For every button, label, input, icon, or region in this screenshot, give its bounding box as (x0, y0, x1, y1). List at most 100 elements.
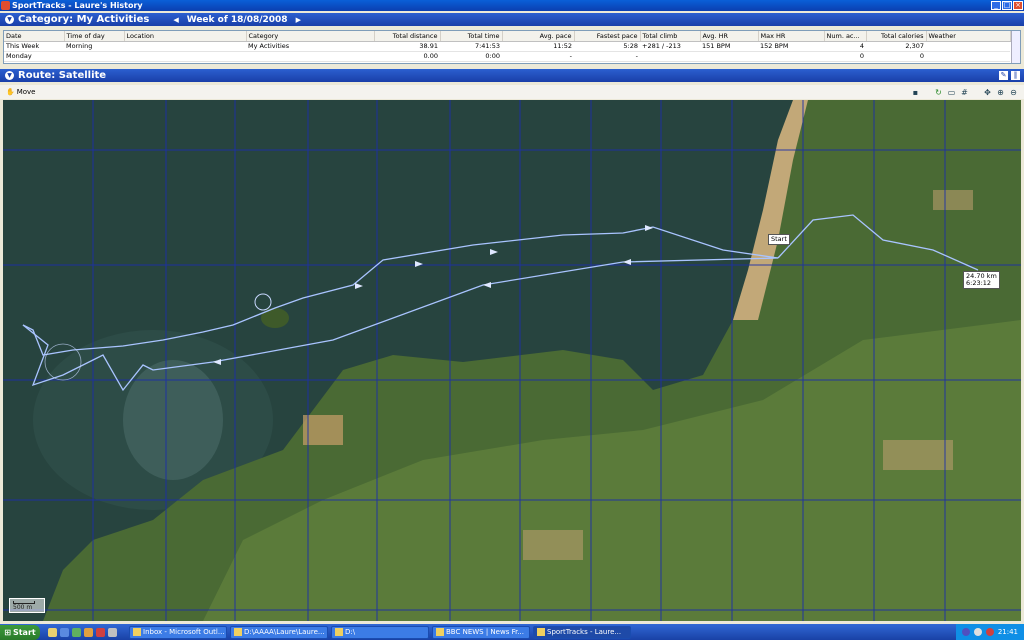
field-patch (883, 440, 953, 470)
column-header[interactable]: Avg. HR (700, 31, 759, 42)
cell-total-time: 0:00 (440, 51, 502, 62)
column-header[interactable]: Num. ac... (824, 31, 867, 42)
tray-icon[interactable] (961, 628, 970, 636)
cell-total-time: 7:41:53 (440, 41, 502, 52)
task-button[interactable]: D:\ (331, 625, 429, 639)
column-header[interactable]: Total distance (374, 31, 441, 42)
outlook-icon (133, 628, 141, 636)
distance-marker[interactable]: 24.70 km 6:23:12 (963, 271, 1000, 289)
maximize-button[interactable]: □ (1002, 1, 1012, 10)
collapse-route-icon[interactable]: ▼ (5, 71, 14, 80)
category-panel-header: ▼ Category: My Activities ◀ Week of 18/0… (0, 13, 1024, 26)
quick-launch-icon[interactable] (72, 627, 81, 637)
move-tool[interactable]: ✋ Move (6, 88, 36, 96)
cell-total-climb: +281 / -213 (640, 41, 700, 52)
minimize-button[interactable]: _ (991, 1, 1001, 10)
app-icon (1, 1, 10, 10)
cell-avg-pace: - (502, 51, 574, 62)
grid-icon[interactable]: # (960, 88, 969, 97)
windows-logo-icon: ⊞ (4, 627, 11, 637)
quick-launch-icon[interactable] (60, 627, 69, 637)
folder-icon (335, 628, 343, 636)
column-header[interactable]: Total climb (640, 31, 701, 42)
island (261, 308, 289, 328)
cell-fastest-pace: 5:28 (574, 41, 640, 52)
column-header[interactable]: Weather (926, 31, 1011, 42)
cell-weather (926, 41, 1010, 52)
cell-category (246, 51, 374, 62)
cell-total-distance: 38.91 (374, 41, 440, 52)
start-marker[interactable]: Start (768, 234, 790, 245)
column-header[interactable]: Total time (440, 31, 503, 42)
task-button[interactable]: BBC NEWS | News Fr... (432, 625, 530, 639)
field-patch (303, 415, 343, 445)
tray-icon[interactable] (985, 628, 994, 636)
cell-num-activities: 0 (824, 51, 866, 62)
comment-icon[interactable]: ▭ (947, 88, 956, 97)
cell-time-of-day: Morning (64, 41, 124, 52)
refresh-icon[interactable]: ↻ (934, 88, 943, 97)
column-header[interactable]: Total calories (866, 31, 927, 42)
zoom-out-icon[interactable]: ⊖ (1009, 88, 1018, 97)
hand-icon: ✋ (6, 88, 15, 96)
task-button[interactable]: D:\AAAA\Laure\Laure... (230, 625, 328, 639)
wrench-icon[interactable]: ✎ (999, 71, 1008, 80)
close-button[interactable]: × (1013, 1, 1023, 10)
column-header[interactable]: Fastest pace (574, 31, 641, 42)
quick-launch-icon[interactable] (84, 627, 93, 637)
table-row[interactable]: Monday 0.00 0:00 - - 0 0 (4, 51, 1010, 62)
window-title: SportTracks - Laure's History (12, 1, 143, 10)
field-patch (933, 190, 973, 210)
quick-launch-icon[interactable] (48, 627, 57, 637)
cell-time-of-day (64, 51, 124, 62)
sporttracks-icon (537, 628, 545, 636)
column-header[interactable]: Max HR (758, 31, 825, 42)
map-scale-bar: 500 m (9, 598, 45, 613)
cell-max-hr: 152 BPM (758, 41, 824, 52)
tray-icon[interactable] (973, 628, 982, 636)
move-label: Move (16, 88, 36, 96)
collapse-category-icon[interactable]: ▼ (5, 15, 14, 24)
scale-label: 500 m (13, 604, 33, 611)
column-header[interactable]: Category (246, 31, 375, 42)
cell-num-activities: 4 (824, 41, 866, 52)
grid-header-row: Date Time of day Location Category Total… (4, 31, 1011, 42)
cell-date: This Week (4, 41, 64, 52)
folder-icon (234, 628, 242, 636)
task-button[interactable]: Inbox - Microsoft Outl... (129, 625, 227, 639)
zoom-in-icon[interactable]: ⊕ (996, 88, 1005, 97)
column-header[interactable]: Date (4, 31, 65, 42)
task-button[interactable]: SportTracks - Laure... (533, 625, 631, 639)
satellite-map[interactable]: Start 24.70 km 6:23:12 500 m (3, 100, 1021, 621)
map-toolbar: ✋ Move ▪ ↻ ▭ # ✥ ⊕ ⊖ (0, 85, 1024, 99)
system-tray: 21:41 (955, 624, 1024, 640)
task-list: Inbox - Microsoft Outl... D:\AAAA\Laure\… (129, 625, 631, 639)
map-canvas (3, 100, 1021, 621)
navigate-icon[interactable]: ✥ (983, 88, 992, 97)
next-week-arrow[interactable]: ▶ (296, 16, 301, 24)
start-label: Start (12, 627, 36, 637)
cell-fastest-pace: - (574, 51, 640, 62)
cell-location (124, 51, 246, 62)
column-header[interactable]: Time of day (64, 31, 125, 42)
category-panel-title: Category: My Activities (18, 14, 150, 25)
quick-launch-icon[interactable] (108, 627, 117, 637)
save-icon[interactable]: ▪ (911, 88, 920, 97)
columns-icon[interactable]: ‖ (1011, 71, 1020, 80)
table-row[interactable]: This Week Morning My Activities 38.91 7:… (4, 41, 1010, 52)
windows-taskbar: ⊞ Start Inbox - Microsoft Outl... D:\AAA… (0, 624, 1024, 640)
cell-weather (926, 51, 1010, 62)
cell-avg-pace: 11:52 (502, 41, 574, 52)
quick-launch (48, 627, 117, 637)
grid-scrollbar[interactable] (1011, 31, 1020, 63)
start-button[interactable]: ⊞ Start (0, 624, 40, 640)
quick-launch-icon[interactable] (96, 627, 105, 637)
clock[interactable]: 21:41 (998, 628, 1018, 636)
window-title-bar: SportTracks - Laure's History _ □ × (0, 0, 1024, 11)
column-header[interactable]: Location (124, 31, 247, 42)
column-header[interactable]: Avg. pace (502, 31, 575, 42)
cell-total-calories: 2,307 (866, 41, 926, 52)
cell-avg-hr (700, 51, 758, 62)
field-patch (523, 530, 583, 560)
previous-week-arrow[interactable]: ◀ (173, 16, 178, 24)
